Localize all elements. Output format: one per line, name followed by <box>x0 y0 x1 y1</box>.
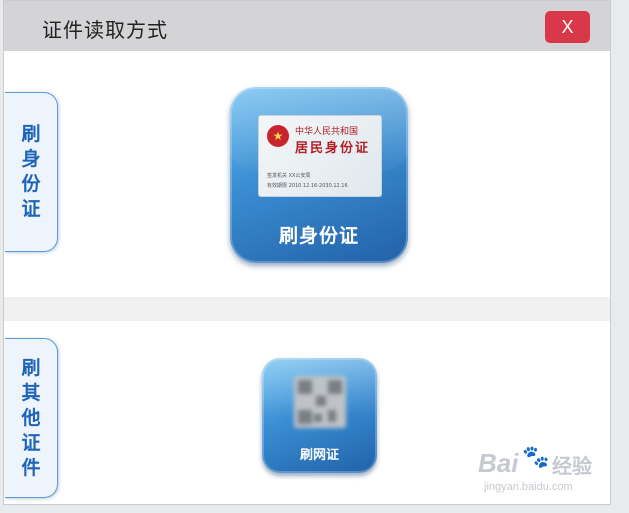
tab-char: 证 <box>21 198 41 220</box>
baidu-jingyan-watermark: Bai 🐾 经验 jingyan.baidu.com <box>478 444 608 498</box>
card-validity: 有效期限 2010.12.16-2030.12.16 <box>267 183 348 189</box>
tab-char: 其 <box>21 381 41 404</box>
section-divider <box>4 297 610 321</box>
dialog-title: 证件读取方式 <box>42 18 168 42</box>
card-country: 中华人民共和国 <box>295 127 359 137</box>
title-bar: 证件读取方式 X <box>4 1 610 51</box>
card-title: 居民身份证 <box>295 141 371 156</box>
watermark-site: 经验 <box>552 456 592 478</box>
qr-code-icon <box>294 376 346 428</box>
tab-char: 他 <box>21 406 41 429</box>
tab-swipe-other-id[interactable]: 刷 其 他 证 件 <box>5 338 58 498</box>
paw-icon: 🐾 <box>522 444 550 469</box>
tab-char: 身 <box>21 148 41 170</box>
tab-char: 证 <box>21 431 41 454</box>
national-emblem-icon: ★ <box>267 125 289 147</box>
id-card-image: ★ 中华人民共和国 居民身份证 签发机关 XX公安局 有效期限 2010.12.… <box>258 115 382 197</box>
card-authority: 签发机关 XX公安局 <box>267 173 311 179</box>
tab-swipe-id-card[interactable]: 刷 身 份 证 <box>5 92 58 252</box>
tab-char: 刷 <box>21 123 41 145</box>
swipe-net-card-label: 刷网证 <box>299 448 339 463</box>
swipe-id-card-button[interactable]: ★ 中华人民共和国 居民身份证 签发机关 XX公安局 有效期限 2010.12.… <box>230 87 408 263</box>
tab-char: 刷 <box>21 356 41 379</box>
watermark-url: jingyan.baidu.com <box>484 481 573 493</box>
close-button[interactable]: X <box>545 11 590 43</box>
watermark-brand: Bai <box>478 448 519 478</box>
swipe-id-card-label: 刷身份证 <box>278 225 359 247</box>
swipe-net-card-button[interactable]: 刷网证 <box>262 358 377 473</box>
tab-char: 件 <box>21 456 41 479</box>
tab-char: 份 <box>21 173 41 195</box>
id-read-dialog: 证件读取方式 X 刷 身 份 证 ★ 中华人民共和国 居民身份证 签发机关 XX… <box>3 0 611 505</box>
